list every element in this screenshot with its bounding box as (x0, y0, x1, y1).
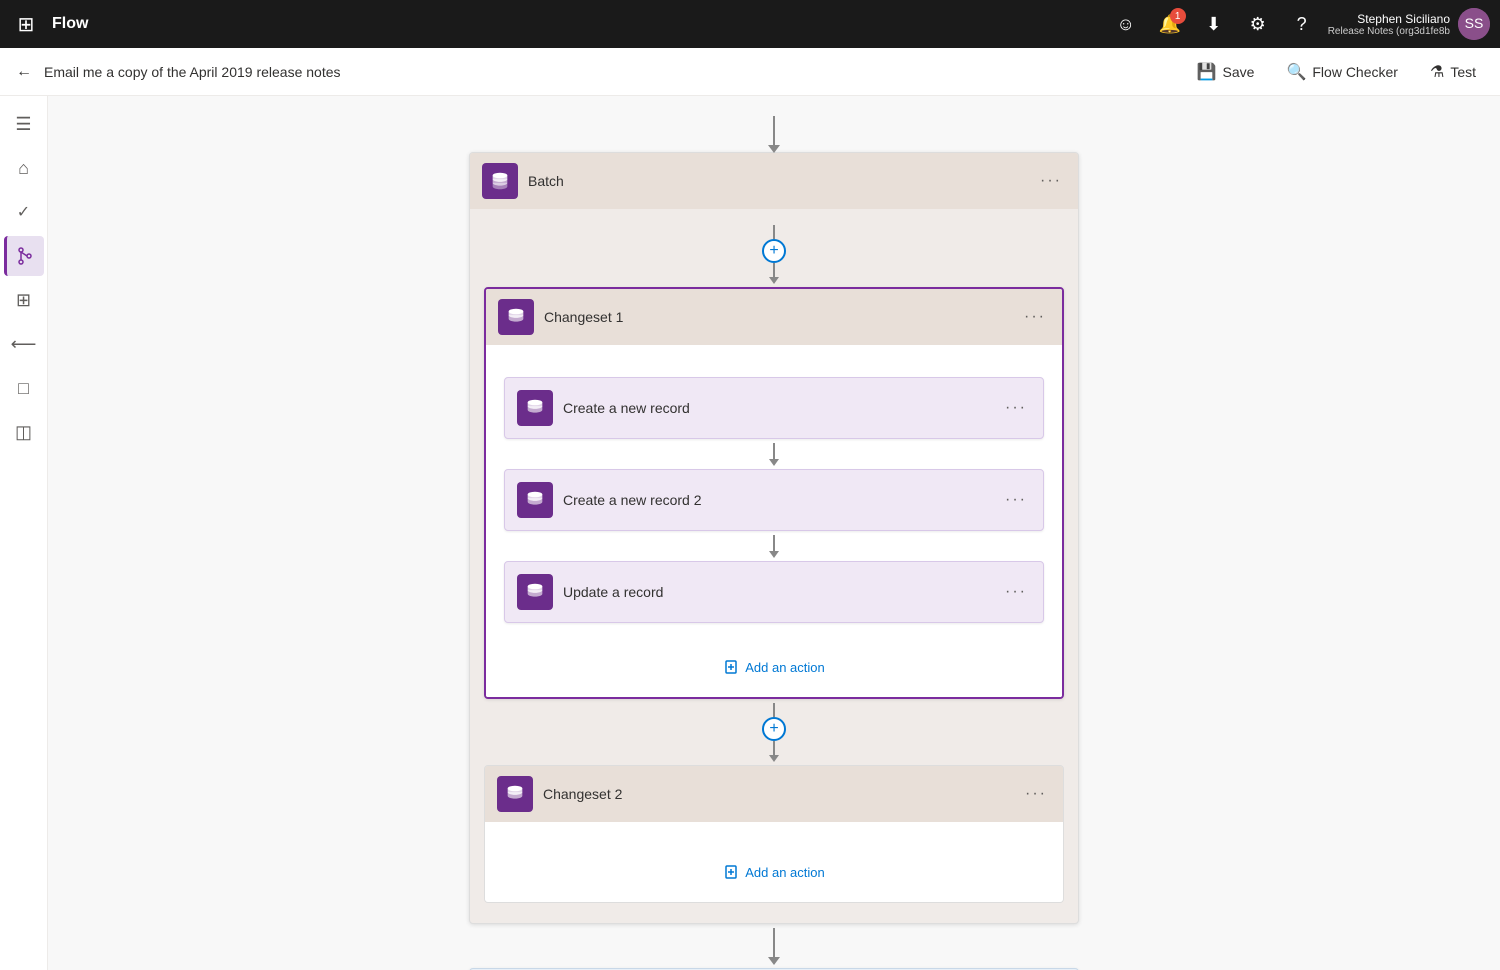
create-record-1-menu[interactable]: ··· (1001, 395, 1031, 421)
plus-connector-2: + (762, 703, 786, 755)
test-icon: ⚗ (1430, 62, 1444, 82)
changeset1-container: Changeset 1 ··· (484, 287, 1064, 699)
flows-icon (16, 247, 34, 265)
save-icon: 💾 (1197, 62, 1217, 82)
create-record-2-icon (517, 482, 553, 518)
add-step-button-2[interactable]: + (762, 717, 786, 741)
flow-checker-button[interactable]: 🔍 Flow Checker (1278, 58, 1406, 86)
test-button[interactable]: ⚗ Test (1422, 58, 1484, 86)
user-name: Stephen Siciliano (1328, 12, 1450, 26)
emoji-button[interactable]: ☺ (1108, 6, 1144, 42)
plus-connector-1: + (762, 225, 786, 277)
add-step-button-1[interactable]: + (762, 239, 786, 263)
create-record-1-icon (517, 390, 553, 426)
create-record-1-title: Create a new record (563, 400, 991, 416)
sidebar-item-gateways[interactable]: □ (4, 368, 44, 408)
create-record-1-block[interactable]: Create a new record ··· (504, 377, 1044, 439)
changeset1-icon (498, 299, 534, 335)
add-action-icon-2 (723, 864, 739, 880)
sidebar-item-learn[interactable]: ◫ (4, 412, 44, 452)
batch-menu-button[interactable]: ··· (1036, 168, 1066, 194)
update-record-title: Update a record (563, 584, 991, 600)
waffle-menu[interactable]: ⊞ (10, 8, 42, 40)
sub-header: ← Email me a copy of the April 2019 rele… (0, 48, 1500, 96)
batch-icon (482, 163, 518, 199)
add-action-icon-1 (723, 659, 739, 675)
help-button[interactable]: ? (1284, 6, 1320, 42)
changeset2-header[interactable]: Changeset 2 ··· (485, 766, 1063, 822)
connector-3 (773, 535, 775, 551)
update-record-icon (517, 574, 553, 610)
test-label: Test (1450, 64, 1476, 80)
sidebar-item-connectors[interactable]: ⟵ (4, 324, 44, 364)
breadcrumb-title: Email me a copy of the April 2019 releas… (44, 64, 1177, 80)
batch-header[interactable]: Batch ··· (470, 153, 1078, 209)
back-button[interactable]: ← (16, 63, 32, 81)
user-subtitle: Release Notes (org3d1fe8b (1328, 26, 1450, 37)
canvas: Batch ··· + (48, 96, 1500, 970)
flow-checker-label: Flow Checker (1312, 64, 1398, 80)
changeset2-title: Changeset 2 (543, 786, 1011, 802)
changeset1-header[interactable]: Changeset 1 ··· (486, 289, 1062, 345)
avatar (1458, 8, 1490, 40)
sidebar-item-menu[interactable]: ☰ (4, 104, 44, 144)
add-action-label-2: Add an action (745, 865, 825, 880)
header-actions: 💾 Save 🔍 Flow Checker ⚗ Test (1189, 58, 1484, 86)
changeset2-block: Changeset 2 ··· (484, 765, 1064, 903)
changeset2-icon (497, 776, 533, 812)
sidebar-item-connections[interactable]: ⊞ (4, 280, 44, 320)
changeset1-menu-button[interactable]: ··· (1020, 304, 1050, 330)
user-info[interactable]: Stephen Siciliano Release Notes (org3d1f… (1328, 8, 1490, 40)
save-label: Save (1223, 64, 1255, 80)
connector-to-email (773, 928, 775, 958)
save-button[interactable]: 💾 Save (1189, 58, 1263, 86)
add-action-label-1: Add an action (745, 660, 825, 675)
update-record-menu[interactable]: ··· (1001, 579, 1031, 605)
notification-badge: 1 (1170, 8, 1186, 24)
changeset1-content: Create a new record ··· (486, 345, 1062, 697)
add-action-button-2[interactable]: Add an action (711, 858, 837, 886)
batch-title: Batch (528, 173, 1026, 189)
back-arrow-icon: ← (16, 63, 32, 81)
sidebar-item-approvals[interactable]: ✓ (4, 192, 44, 232)
changeset2-content: Add an action (485, 822, 1063, 902)
batch-content: + (470, 209, 1078, 923)
settings-button[interactable]: ⚙ (1240, 6, 1276, 42)
create-record-2-menu[interactable]: ··· (1001, 487, 1031, 513)
download-button[interactable]: ⬇ (1196, 6, 1232, 42)
batch-container: Batch ··· + (469, 152, 1079, 924)
create-record-2-title: Create a new record 2 (563, 492, 991, 508)
app-title: Flow (52, 15, 1098, 33)
connector-2 (773, 443, 775, 459)
add-action-button-1[interactable]: Add an action (711, 653, 837, 681)
changeset1-block: Changeset 1 ··· (484, 287, 1064, 699)
flow-checker-icon: 🔍 (1286, 62, 1306, 82)
changeset2-container: Changeset 2 ··· (484, 765, 1064, 903)
update-record-block[interactable]: Update a record ··· (504, 561, 1044, 623)
top-connector (773, 116, 775, 146)
sidebar-item-home[interactable]: ⌂ (4, 148, 44, 188)
batch-block: Batch ··· + (469, 152, 1079, 924)
changeset2-menu-button[interactable]: ··· (1021, 781, 1051, 807)
changeset1-title: Changeset 1 (544, 309, 1010, 325)
main-layout: ☰ ⌂ ✓ ⊞ ⟵ □ ◫ (0, 96, 1500, 970)
create-record-2-block[interactable]: Create a new record 2 ··· (504, 469, 1044, 531)
notifications-button[interactable]: 🔔 1 (1152, 6, 1188, 42)
sidebar-item-flows[interactable] (4, 236, 44, 276)
sidebar: ☰ ⌂ ✓ ⊞ ⟵ □ ◫ (0, 96, 48, 970)
